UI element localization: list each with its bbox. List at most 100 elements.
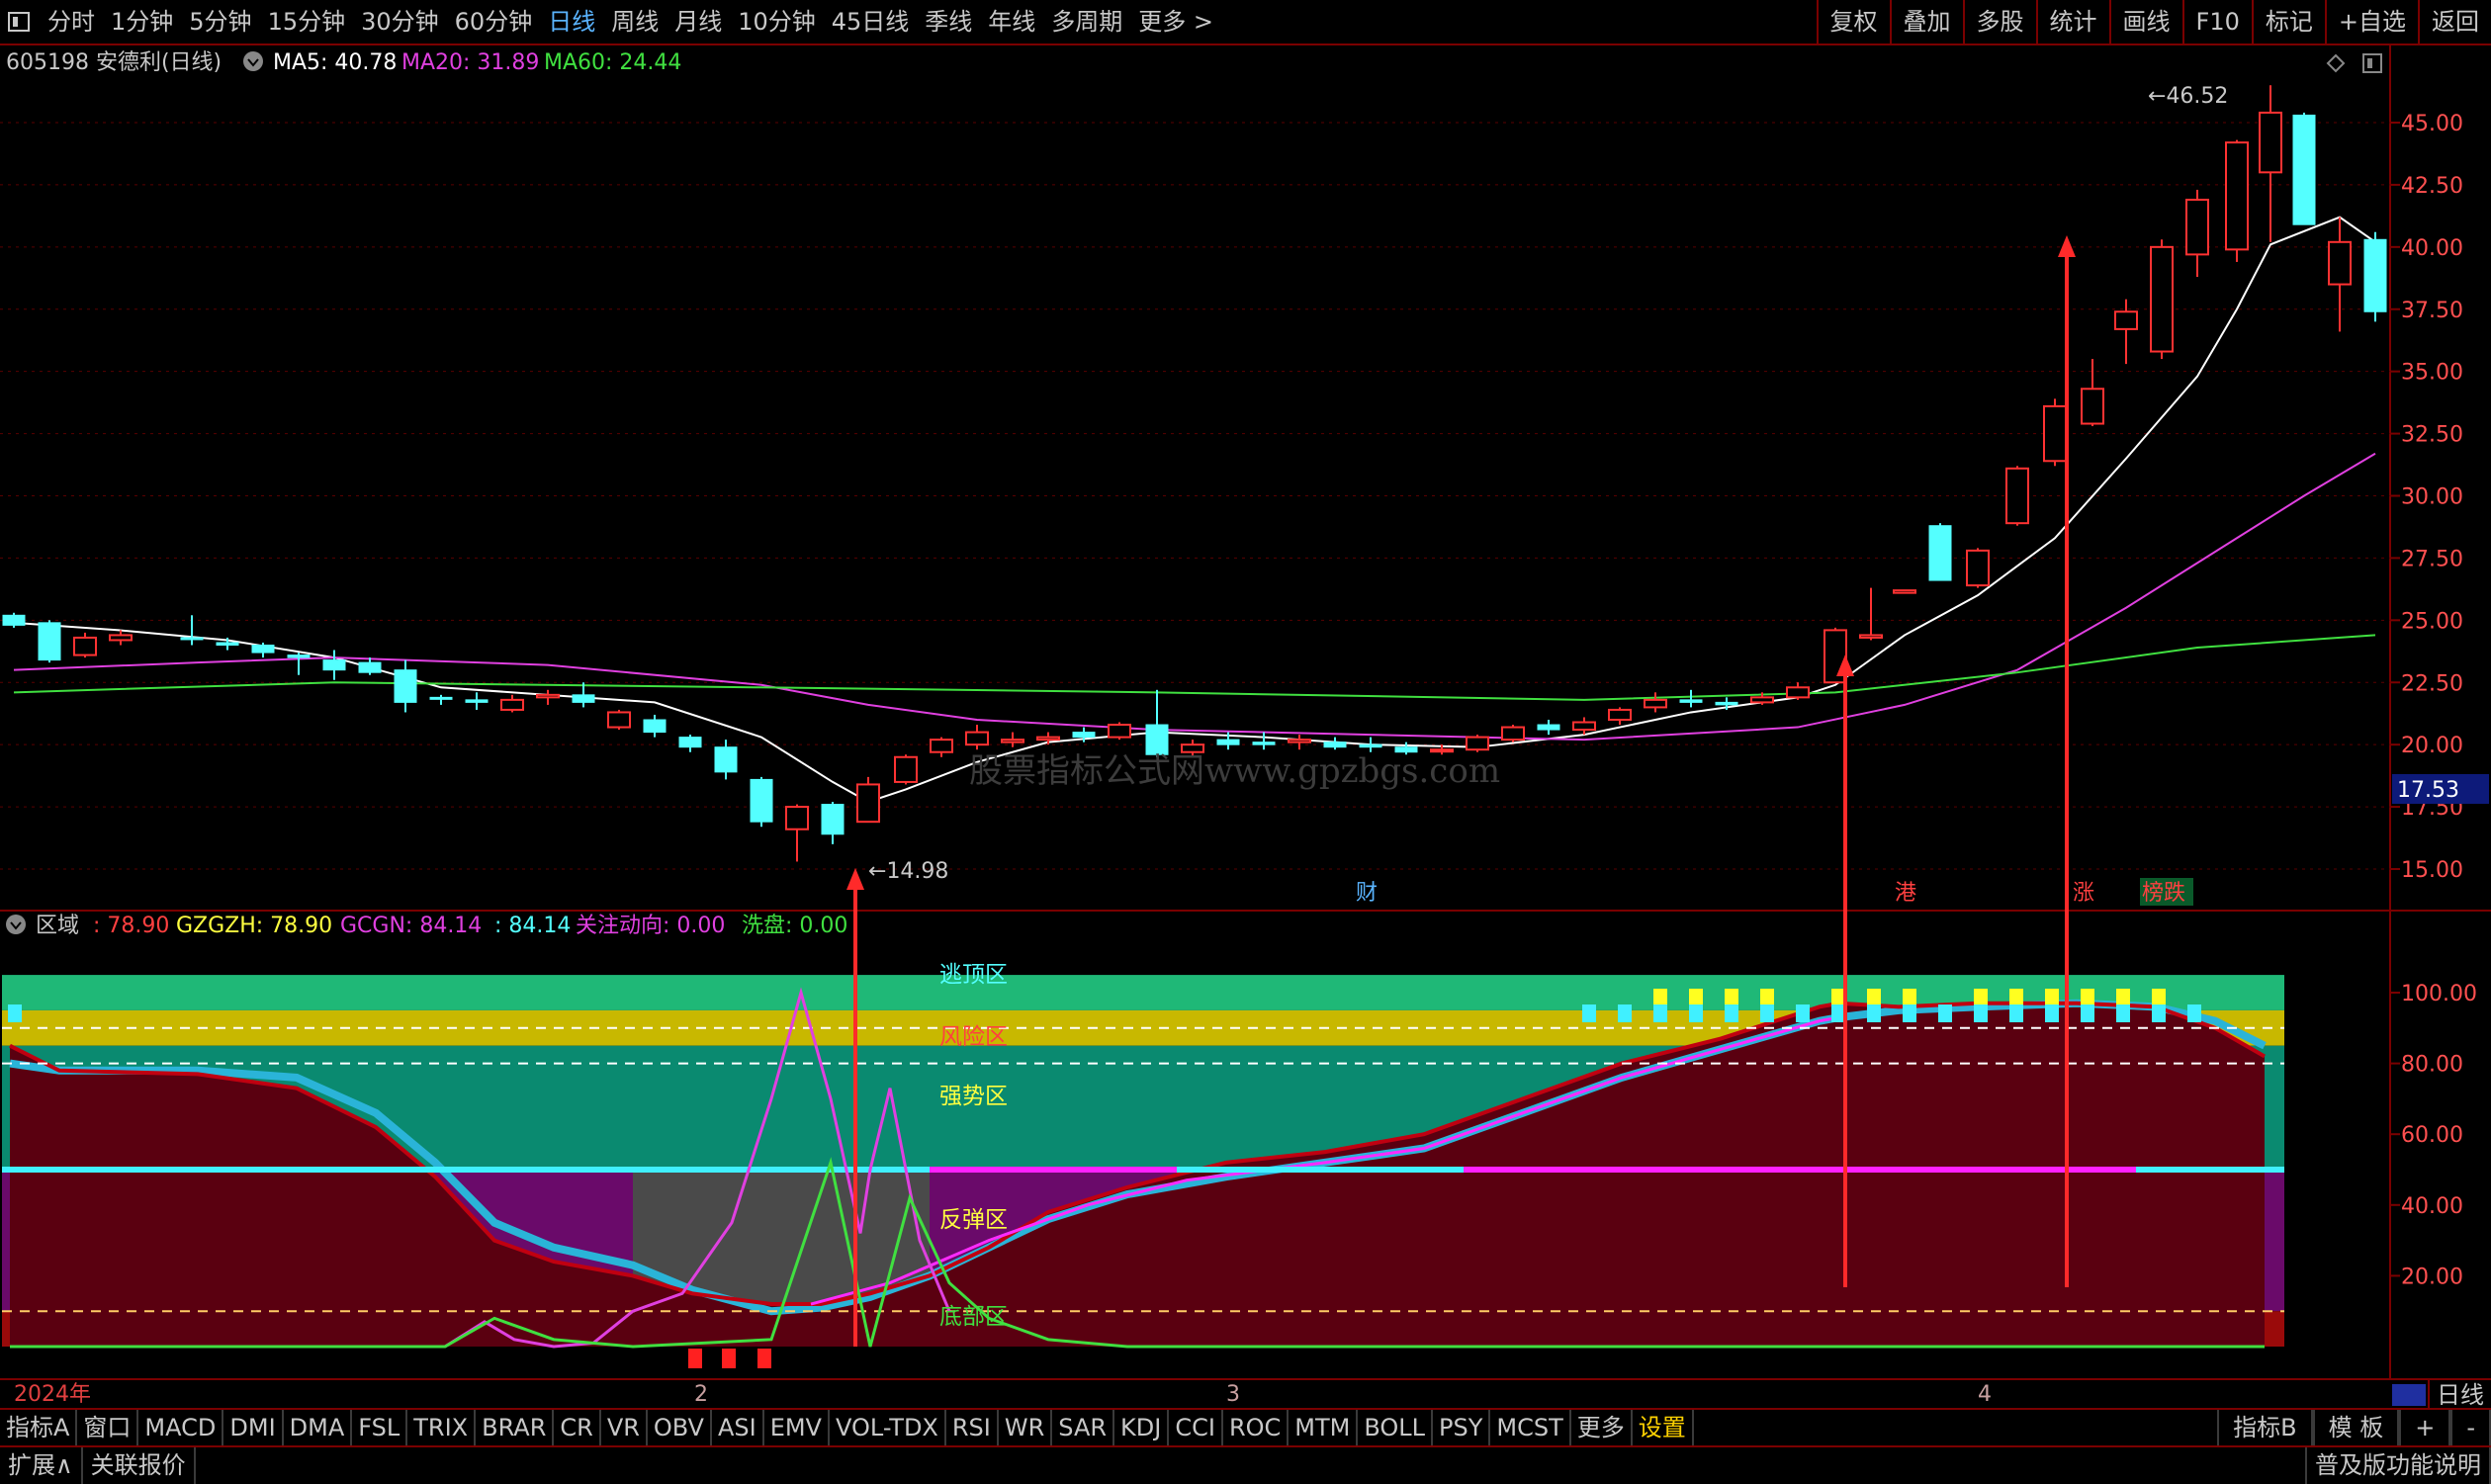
indicator-tabs-right: 指标B 模 板 + - [2217, 1410, 2491, 1445]
indicator-tab-24[interactable]: 更多 [1571, 1410, 1633, 1445]
indicator-tab-right-2[interactable]: + [2399, 1410, 2451, 1445]
year-label: 2024年 [14, 1382, 91, 1407]
candle [1288, 735, 1311, 750]
indicator-tab-right-0[interactable]: 指标B [2217, 1410, 2313, 1445]
candle [394, 659, 417, 713]
related-quote-button[interactable]: 关联报价 [83, 1447, 196, 1484]
zone-indicator-panel [2, 975, 2284, 1368]
period-item-12[interactable]: 年线 [980, 0, 1043, 44]
toolbar-button-7[interactable]: +自选 [2324, 0, 2418, 44]
toolbar-button-6[interactable]: 标记 [2251, 0, 2325, 44]
indicator-tab-18[interactable]: CCI [1169, 1410, 1223, 1445]
signal-square-base [1867, 1004, 1881, 1022]
indicator-tab-3[interactable]: DMI [223, 1410, 284, 1445]
candle [251, 642, 275, 658]
edition-info[interactable]: 普及版功能说明 [2305, 1447, 2491, 1484]
toolbar-button-4[interactable]: 画线 [2108, 0, 2182, 44]
event-badge-gang[interactable]: 港 [1895, 881, 1916, 906]
candle [1466, 735, 1489, 752]
indicator-tab-7[interactable]: BRAR [476, 1410, 555, 1445]
indicator-tab-19[interactable]: ROC [1223, 1410, 1290, 1445]
candle [429, 694, 453, 705]
indicator-tab-11[interactable]: ASI [712, 1410, 764, 1445]
indicator-tab-2[interactable]: MACD [138, 1410, 224, 1445]
indicator-settings-icon[interactable] [6, 915, 26, 934]
period-item-8[interactable]: 月线 [667, 0, 730, 44]
candle [1145, 689, 1169, 757]
day-line-button[interactable]: 日线 [2428, 1380, 2491, 1410]
indicator-gzgzh: GZGZH: 78.90 [176, 914, 332, 938]
candle [1859, 587, 1883, 641]
period-item-5[interactable]: 60分钟 [447, 0, 541, 44]
price-tick: 27.50 [2401, 547, 2463, 571]
scroll-button[interactable] [2392, 1384, 2426, 1406]
indicator-tab-6[interactable]: TRIX [407, 1410, 477, 1445]
settings-circle-icon[interactable] [243, 51, 263, 71]
signal-square-base [1760, 1004, 1774, 1022]
period-item-3[interactable]: 15分钟 [260, 0, 354, 44]
period-item-9[interactable]: 10分钟 [730, 0, 824, 44]
period-item-11[interactable]: 季线 [917, 0, 980, 44]
candle [1359, 737, 1382, 752]
period-item-14[interactable]: 更多 > [1130, 0, 1221, 44]
indicator-tab-13[interactable]: VOL-TDX [830, 1410, 946, 1445]
indicator-tab-0[interactable]: 指标A [0, 1410, 78, 1445]
menu-icon[interactable] [8, 12, 30, 32]
candle [894, 754, 918, 785]
indicator-tick: 60.00 [2401, 1123, 2463, 1148]
indicator-tab-9[interactable]: VR [601, 1410, 648, 1445]
indicator-tab-14[interactable]: RSI [946, 1410, 999, 1445]
event-badge-cai[interactable]: 财 [1356, 881, 1378, 906]
indicator-tab-1[interactable]: 窗口 [77, 1410, 139, 1445]
period-item-13[interactable]: 多周期 [1043, 0, 1130, 44]
indicator-tab-23[interactable]: MCST [1490, 1410, 1571, 1445]
period-item-10[interactable]: 45日线 [824, 0, 918, 44]
toolbar-button-3[interactable]: 统计 [2035, 0, 2109, 44]
diamond-icon[interactable] [2326, 53, 2346, 73]
period-item-4[interactable]: 30分钟 [353, 0, 447, 44]
indicator-tab-20[interactable]: MTM [1289, 1410, 1359, 1445]
candle [856, 776, 880, 824]
price-tick: 22.50 [2401, 671, 2463, 696]
price-tick: 45.00 [2401, 112, 2463, 136]
indicator-tab-5[interactable]: FSL [352, 1410, 408, 1445]
panel-toggle-icon[interactable] [2362, 53, 2382, 73]
indicator-tab-8[interactable]: CR [554, 1410, 601, 1445]
event-badge-zhang[interactable]: 涨 [2073, 881, 2094, 906]
indicator-tab-17[interactable]: KDJ [1114, 1410, 1170, 1445]
candle [73, 632, 97, 658]
candle [965, 725, 989, 750]
indicator-tab-4[interactable]: DMA [284, 1410, 353, 1445]
period-item-7[interactable]: 周线 [603, 0, 667, 44]
period-item-6[interactable]: 日线 [540, 0, 603, 44]
indicator-tab-16[interactable]: SAR [1052, 1410, 1115, 1445]
indicator-name: 区域 [36, 914, 79, 938]
period-item-0[interactable]: 分时 [40, 0, 103, 44]
low-annotation: ←14.98 [868, 859, 948, 884]
period-item-2[interactable]: 5分钟 [181, 0, 259, 44]
indicator-tab-right-3[interactable]: - [2450, 1410, 2491, 1445]
toolbar-button-5[interactable]: F10 [2181, 0, 2252, 44]
indicator-tab-right-1[interactable]: 模 板 [2312, 1410, 2400, 1445]
candle [1928, 523, 1952, 581]
period-item-1[interactable]: 1分钟 [103, 0, 181, 44]
indicator-tab-25[interactable]: 设置 [1633, 1410, 1694, 1445]
toolbar-button-0[interactable]: 复权 [1816, 0, 1890, 44]
toolbar-button-2[interactable]: 多股 [1962, 0, 2036, 44]
indicator-tick: 100.00 [2401, 982, 2477, 1006]
event-badge-bangdie[interactable]: 榜跌 [2142, 881, 2185, 906]
chart-canvas[interactable]: 605198 安德利(日线) MA5: 40.78 MA20: 31.89 MA… [0, 45, 2491, 1378]
candle [1679, 689, 1703, 708]
indicator-tab-12[interactable]: EMV [764, 1410, 830, 1445]
signal-square [2187, 1004, 2201, 1022]
expand-button[interactable]: 扩展∧ [0, 1447, 83, 1484]
current-price-box: 17.53 [2392, 774, 2489, 804]
candle [38, 620, 61, 663]
indicator-tab-21[interactable]: BOLL [1358, 1410, 1434, 1445]
indicator-tab-10[interactable]: OBV [648, 1410, 712, 1445]
candlesticks [2, 85, 2387, 862]
indicator-tab-15[interactable]: WR [999, 1410, 1053, 1445]
toolbar-button-1[interactable]: 叠加 [1889, 0, 1963, 44]
indicator-tab-22[interactable]: PSY [1433, 1410, 1491, 1445]
toolbar-button-8[interactable]: 返回 [2418, 0, 2491, 44]
